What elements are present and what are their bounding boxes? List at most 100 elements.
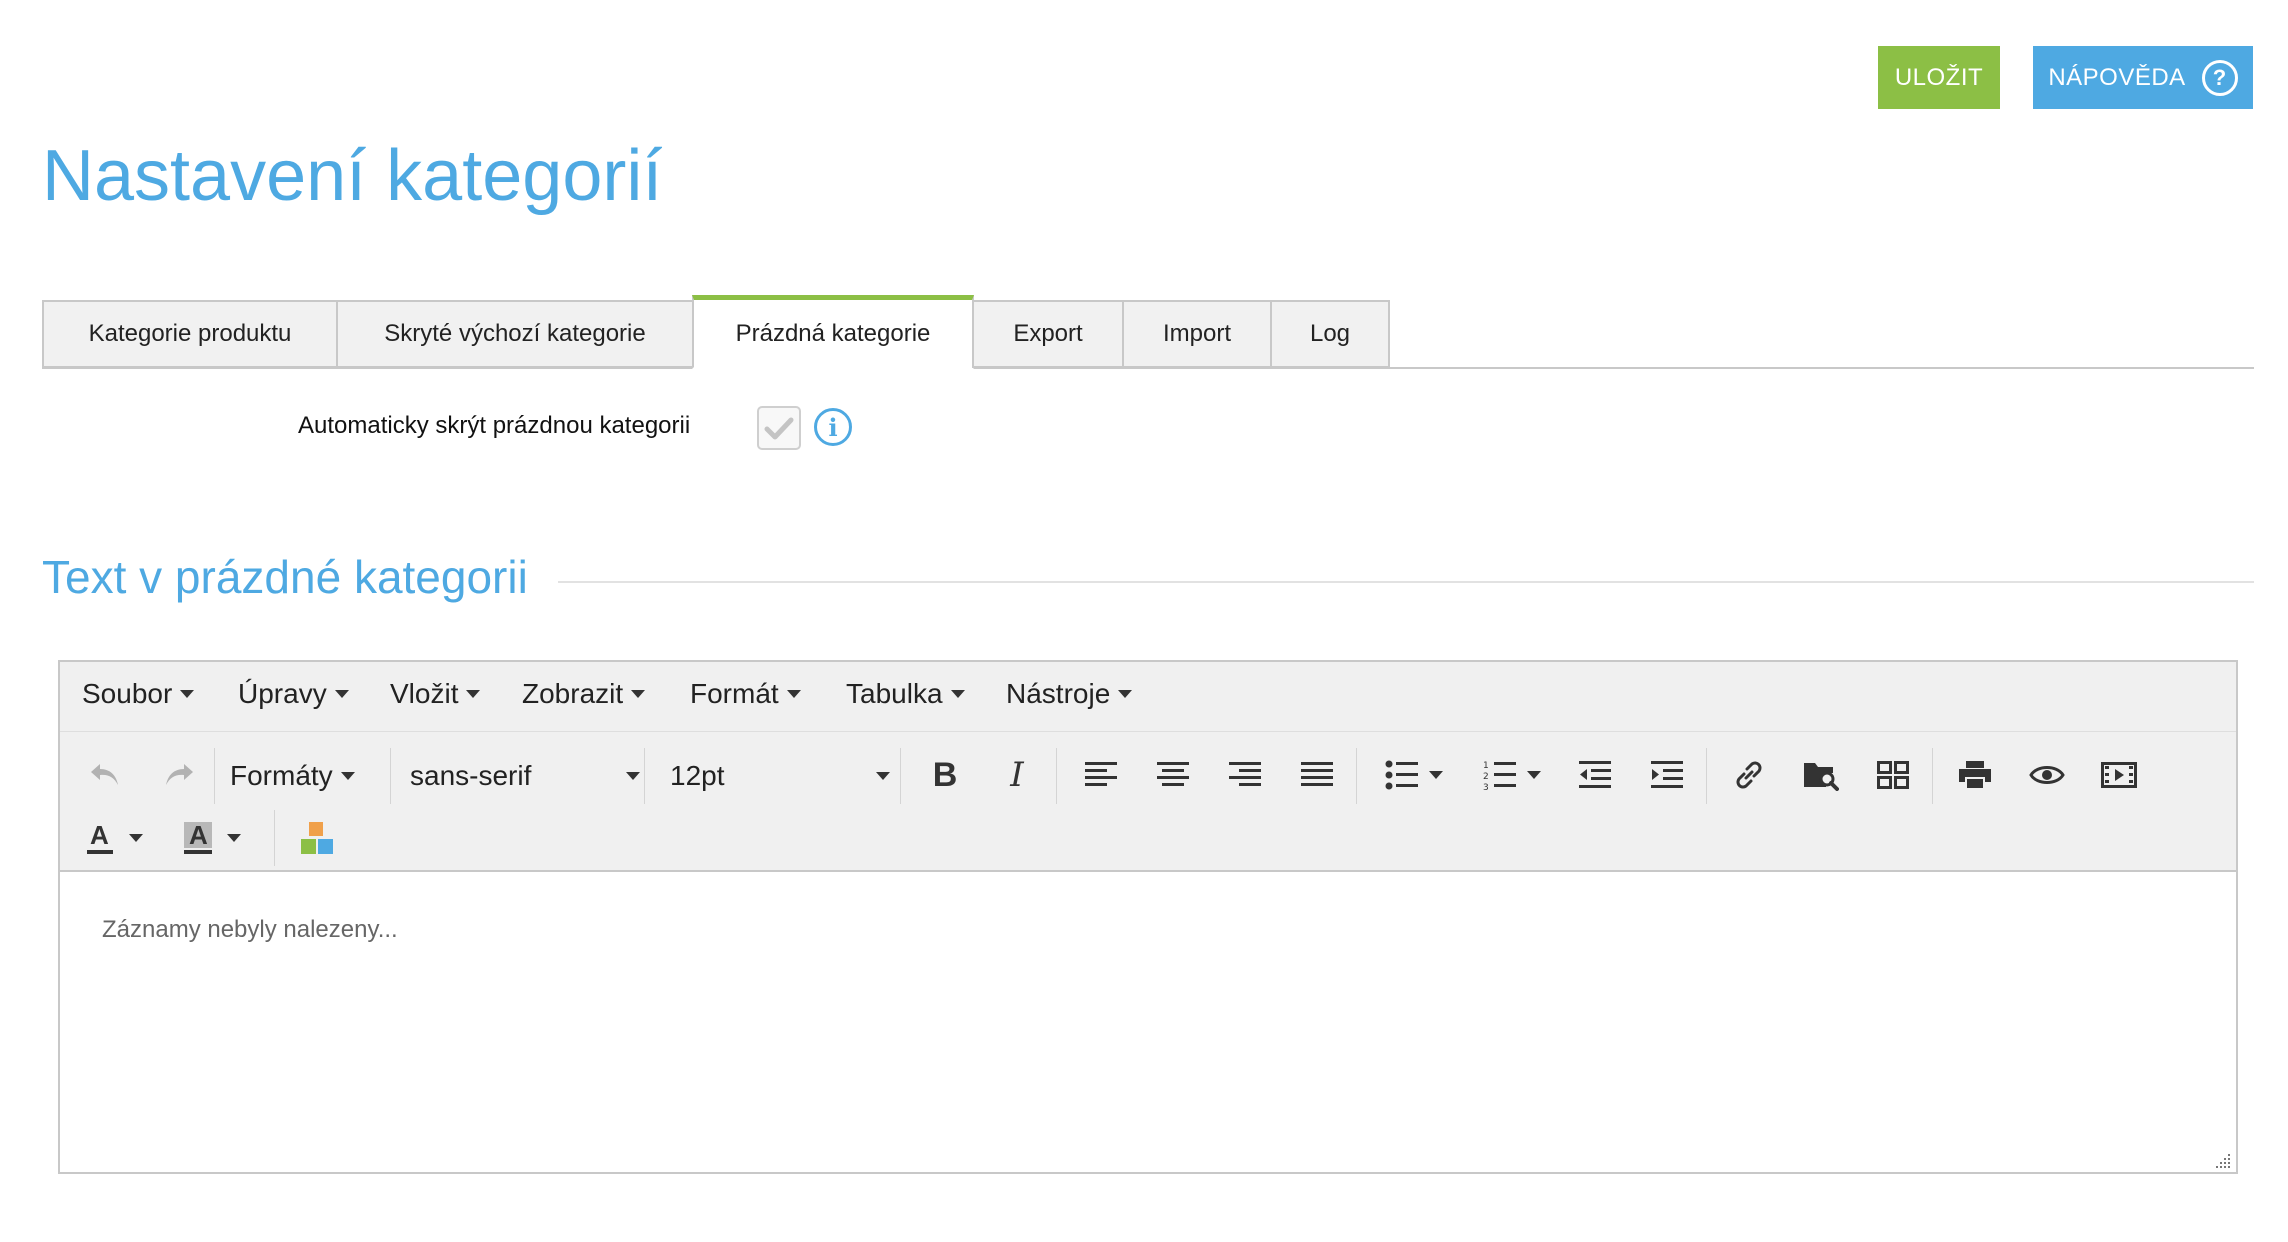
info-icon[interactable]: i [814, 408, 852, 446]
widgets-button[interactable] [1866, 748, 1920, 802]
link-icon [1736, 761, 1762, 789]
save-button-label: ULOŽIT [1894, 63, 1984, 91]
save-button[interactable]: ULOŽIT [1878, 46, 2000, 109]
bold-button[interactable]: B [918, 748, 972, 802]
blocks-button[interactable] [290, 810, 344, 866]
help-button-label: NÁPOVĚDA [2048, 63, 2186, 91]
outdent-button[interactable] [1568, 748, 1622, 802]
toolbar-separator [1356, 748, 1357, 804]
caret-down-icon [466, 690, 481, 698]
redo-button[interactable] [152, 748, 206, 802]
tab-import[interactable]: Import [1122, 300, 1272, 368]
redo-icon [166, 764, 193, 785]
align-center-button[interactable] [1146, 748, 1200, 802]
menu-label: Zobrazit [522, 678, 624, 709]
caret-down-icon [1118, 690, 1133, 698]
tab-label: Prázdná kategorie [735, 319, 931, 347]
menu-upravy[interactable]: Úpravy [238, 678, 349, 710]
indent-button[interactable] [1640, 748, 1694, 802]
bullet-list-button[interactable] [1372, 748, 1456, 802]
menu-label: Soubor [82, 678, 173, 709]
caret-down-icon [876, 772, 890, 780]
caret-down-icon [129, 834, 143, 842]
editor-content[interactable]: Záznamy nebyly nalezeny... [102, 916, 398, 944]
svg-text:1: 1 [1483, 761, 1489, 771]
undo-icon [91, 764, 118, 785]
toolbar-separator [644, 748, 645, 804]
caret-down-icon [334, 690, 349, 698]
print-button[interactable] [1948, 748, 2002, 802]
font-size-value: 12pt [670, 760, 725, 791]
media-browser-button[interactable] [1794, 748, 1848, 802]
caret-down-icon [340, 772, 355, 780]
caret-down-icon [631, 690, 646, 698]
insert-video-button[interactable] [2092, 748, 2146, 802]
help-button[interactable]: NÁPOVĚDA ? [2033, 46, 2253, 109]
align-left-button[interactable] [1074, 748, 1128, 802]
align-right-button[interactable] [1218, 748, 1272, 802]
toolbar-separator [390, 748, 391, 804]
preview-button[interactable] [2020, 748, 2074, 802]
text-color-button[interactable]: A [74, 810, 154, 866]
editor-menubar: Soubor Úpravy Vložit Zobrazit Formát Tab… [60, 662, 2236, 732]
auto-hide-checkbox[interactable] [757, 406, 801, 450]
menu-format[interactable]: Formát [690, 678, 801, 710]
outdent-icon [1579, 761, 1611, 788]
resize-handle-icon[interactable] [2216, 1152, 2232, 1168]
formats-label: Formáty [230, 760, 333, 791]
formats-dropdown[interactable]: Formáty [230, 750, 360, 802]
svg-text:3: 3 [1483, 783, 1489, 791]
tab-label: Import [1162, 320, 1231, 347]
menu-label: Úpravy [238, 678, 327, 709]
menu-zobrazit[interactable]: Zobrazit [522, 678, 646, 710]
grid-icon [1877, 761, 1909, 789]
menu-label: Nástroje [1006, 678, 1111, 709]
caret-down-icon [950, 690, 965, 698]
tab-prazdna-kategorie[interactable]: Prázdná kategorie [692, 295, 974, 369]
section-divider [558, 581, 2254, 583]
auto-hide-label: Automaticky skrýt prázdnou kategorii [298, 412, 691, 439]
section-title: Text v prázdné kategorii [42, 551, 528, 603]
toolbar-separator [1056, 748, 1057, 804]
eye-icon [2029, 766, 2065, 784]
menu-label: Vložit [390, 678, 459, 709]
menu-soubor[interactable]: Soubor [82, 678, 195, 710]
numbered-list-button[interactable]: 1 2 3 [1470, 748, 1554, 802]
caret-down-icon [180, 690, 195, 698]
caret-down-icon [626, 772, 640, 780]
text-color-icon: A [87, 820, 113, 854]
svg-text:2: 2 [1483, 772, 1489, 782]
align-right-icon [1229, 762, 1261, 786]
tab-label: Export [1013, 320, 1083, 347]
align-center-icon [1157, 762, 1189, 786]
check-icon [764, 417, 794, 440]
caret-down-icon [1429, 771, 1443, 779]
font-size-dropdown[interactable]: 12pt [670, 750, 900, 802]
font-family-dropdown[interactable]: sans-serif [410, 750, 650, 802]
italic-icon: I [1010, 755, 1024, 795]
numbered-list-icon: 1 2 3 [1483, 761, 1516, 791]
blocks-icon [301, 822, 333, 854]
menu-vlozit[interactable]: Vložit [390, 678, 481, 710]
background-color-button[interactable]: A [172, 810, 252, 866]
tab-export[interactable]: Export [972, 300, 1124, 368]
tab-kategorie-produktu[interactable]: Kategorie produktu [42, 300, 338, 368]
insert-link-button[interactable] [1722, 748, 1776, 802]
align-justify-button[interactable] [1290, 748, 1344, 802]
tab-skryte-vychozi-kategorie[interactable]: Skryté výchozí kategorie [336, 300, 694, 368]
caret-down-icon [786, 690, 801, 698]
menu-tabulka[interactable]: Tabulka [846, 678, 965, 710]
italic-button[interactable]: I [990, 748, 1044, 802]
align-justify-icon [1301, 762, 1333, 786]
svg-text:A: A [189, 820, 208, 850]
tab-log[interactable]: Log [1270, 300, 1390, 368]
page-title: Nastavení kategorií [42, 136, 663, 216]
menu-label: Formát [690, 678, 779, 709]
menu-nastroje[interactable]: Nástroje [1006, 678, 1133, 710]
indent-icon [1651, 761, 1683, 788]
bullet-list-icon [1385, 760, 1418, 790]
caret-down-icon [1527, 771, 1541, 779]
menu-label: Tabulka [846, 678, 943, 709]
undo-button[interactable] [78, 748, 132, 802]
film-icon [2101, 762, 2137, 788]
